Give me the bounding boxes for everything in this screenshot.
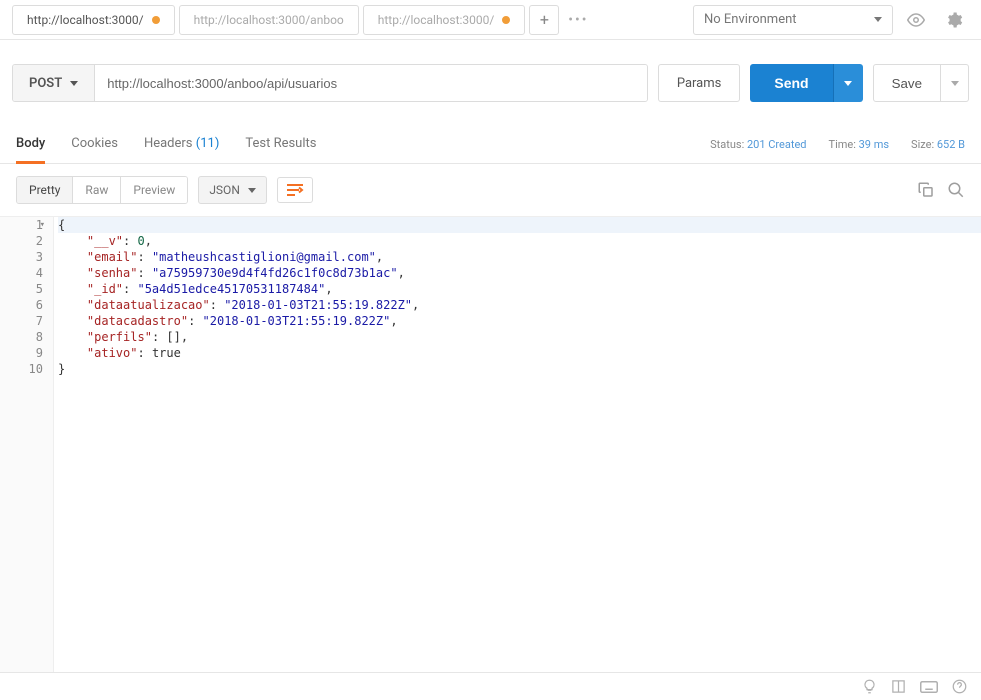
send-group: Send — [750, 64, 862, 102]
tab-label: http://localhost:3000/anboo — [194, 13, 344, 27]
method-url-group: POST — [12, 64, 648, 102]
eye-icon — [907, 11, 925, 29]
save-dropdown[interactable] — [940, 65, 968, 101]
tab-overflow-button[interactable]: ••• — [563, 5, 593, 35]
chevron-down-icon — [951, 81, 959, 86]
save-group: Save — [873, 64, 969, 102]
url-input[interactable] — [95, 65, 647, 101]
dirty-dot-icon — [502, 16, 510, 24]
tab-cookies[interactable]: Cookies — [71, 126, 118, 164]
tab-label: http://localhost:3000/ — [27, 13, 144, 27]
tab-headers[interactable]: Headers (11) — [144, 126, 219, 164]
params-button[interactable]: Params — [658, 64, 741, 102]
panels-icon[interactable] — [891, 679, 906, 694]
gutter: 12345678910 — [0, 217, 54, 672]
headers-count: (11) — [196, 136, 220, 151]
format-select[interactable]: JSON — [198, 176, 267, 204]
chevron-down-icon — [874, 17, 882, 22]
save-label: Save — [892, 76, 922, 91]
response-tabs: Body Cookies Headers (11) Test Results — [16, 126, 316, 164]
chevron-down-icon — [70, 81, 78, 86]
tab-2[interactable]: http://localhost:3000/ — [363, 5, 526, 35]
view-toolbar: Pretty Raw Preview JSON — [0, 164, 981, 216]
save-button[interactable]: Save — [874, 65, 940, 101]
send-dropdown[interactable] — [833, 64, 863, 102]
tab-label: http://localhost:3000/ — [378, 13, 495, 27]
status-bar — [0, 672, 981, 700]
toolbar-right — [917, 181, 965, 199]
params-label: Params — [677, 76, 722, 91]
keyboard-icon[interactable] — [920, 681, 938, 693]
environment-label: No Environment — [704, 12, 797, 27]
tabs-bar: http://localhost:3000/ http://localhost:… — [0, 0, 981, 40]
top-right-controls: No Environment — [693, 5, 981, 35]
copy-icon[interactable] — [917, 181, 935, 199]
settings-button[interactable] — [939, 5, 969, 35]
wrap-lines-button[interactable] — [277, 177, 313, 203]
environment-select[interactable]: No Environment — [693, 5, 893, 35]
format-label: JSON — [209, 183, 240, 197]
time-item: Time: 39 ms — [829, 138, 890, 151]
method-select[interactable]: POST — [13, 65, 95, 101]
new-tab-button[interactable]: + — [529, 5, 559, 35]
gear-icon — [945, 11, 963, 29]
chevron-down-icon — [248, 188, 256, 193]
dots-icon: ••• — [568, 12, 588, 28]
headers-label: Headers — [144, 136, 193, 151]
response-body-code[interactable]: 12345678910 { "__v": 0, "email": "matheu… — [0, 216, 981, 672]
view-raw[interactable]: Raw — [73, 177, 121, 203]
code-content: { "__v": 0, "email": "matheushcastiglion… — [54, 217, 981, 672]
view-pretty[interactable]: Pretty — [17, 177, 73, 203]
tab-0[interactable]: http://localhost:3000/ — [12, 5, 175, 35]
size-item: Size: 652 B — [911, 138, 965, 151]
plus-icon: + — [540, 10, 549, 29]
status-item: Status: 201 Created — [710, 138, 806, 151]
chevron-down-icon — [844, 81, 852, 86]
send-label: Send — [774, 75, 808, 91]
request-bar: POST Params Send Save — [0, 40, 981, 126]
view-preview[interactable]: Preview — [121, 177, 187, 203]
bulb-icon[interactable] — [862, 679, 877, 694]
view-modes: Pretty Raw Preview — [16, 176, 188, 204]
wrap-icon — [286, 183, 304, 197]
dirty-dot-icon — [152, 16, 160, 24]
response-header: Body Cookies Headers (11) Test Results S… — [0, 126, 981, 164]
tab-body[interactable]: Body — [16, 126, 45, 164]
tab-test-results[interactable]: Test Results — [245, 126, 316, 164]
search-icon[interactable] — [947, 181, 965, 199]
tabs-group: http://localhost:3000/ http://localhost:… — [0, 5, 593, 35]
send-button[interactable]: Send — [750, 64, 832, 102]
help-icon[interactable] — [952, 679, 967, 694]
tab-1[interactable]: http://localhost:3000/anboo — [179, 5, 359, 35]
environment-preview-button[interactable] — [901, 5, 931, 35]
response-status: Status: 201 Created Time: 39 ms Size: 65… — [710, 138, 965, 151]
method-label: POST — [29, 76, 62, 91]
